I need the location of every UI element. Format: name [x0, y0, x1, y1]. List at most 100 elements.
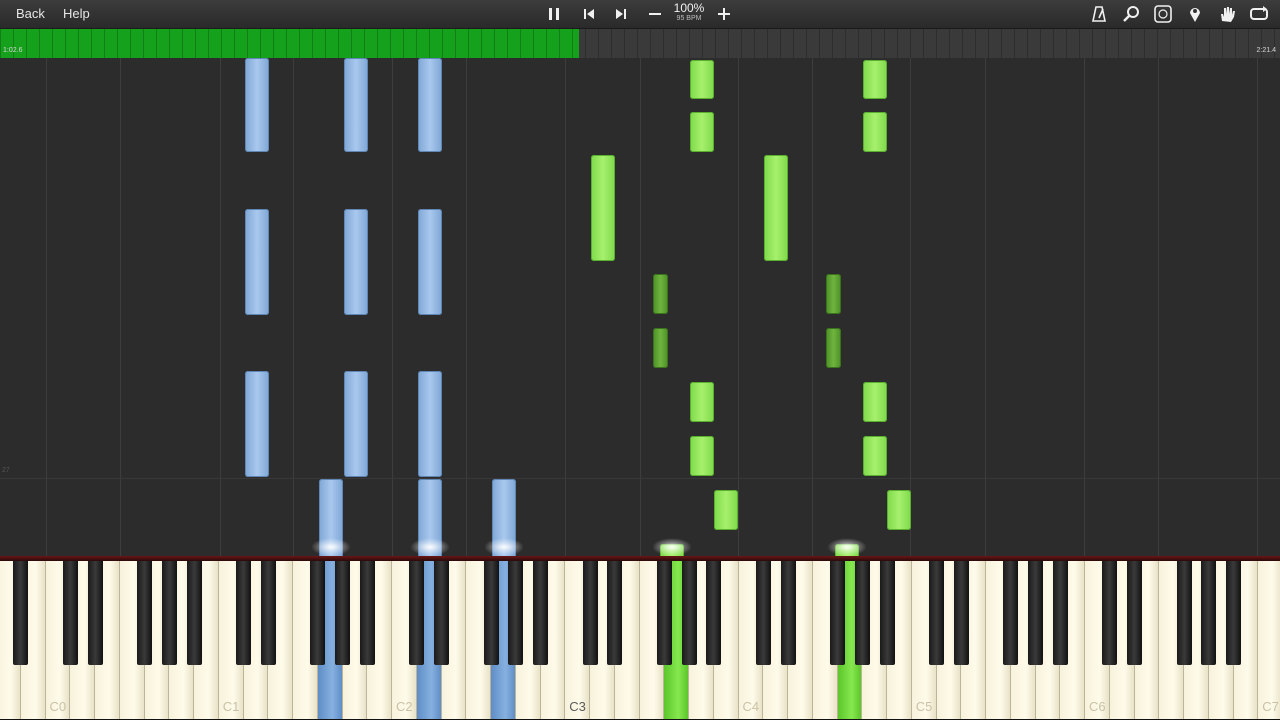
right-hand-note — [863, 382, 887, 422]
right-hand-note — [826, 274, 841, 314]
grid-line — [812, 58, 813, 556]
black-key[interactable] — [1102, 561, 1118, 665]
current-time: 1:02.6 — [3, 47, 23, 54]
black-key[interactable] — [780, 561, 796, 665]
black-key[interactable] — [1028, 561, 1043, 665]
black-key[interactable] — [137, 561, 152, 665]
note-hit-glow — [410, 538, 450, 556]
pause-icon[interactable] — [543, 3, 565, 25]
black-key[interactable] — [533, 561, 548, 665]
right-hand-note — [714, 490, 738, 530]
black-key[interactable] — [830, 561, 845, 665]
grid-line — [466, 58, 467, 556]
black-key[interactable] — [1176, 561, 1192, 665]
help-button[interactable]: Help — [57, 5, 96, 23]
metronome-icon[interactable] — [1088, 3, 1110, 25]
right-hand-note — [591, 155, 615, 261]
grid-line — [293, 58, 294, 556]
left-hand-note — [418, 58, 442, 152]
black-key[interactable] — [1003, 561, 1019, 665]
search-icon[interactable] — [1120, 3, 1142, 25]
right-hand-note — [764, 155, 788, 261]
black-key[interactable] — [310, 561, 326, 665]
speed-percent: 100% — [673, 1, 705, 15]
black-key[interactable] — [409, 561, 425, 665]
grid-line — [1084, 58, 1085, 556]
speed-readout: 100% 95 BPM — [670, 2, 708, 23]
octave-label-c6: C6 — [1089, 699, 1106, 714]
right-hand-note — [653, 328, 668, 368]
black-key[interactable] — [656, 561, 672, 665]
grid-line — [640, 58, 641, 556]
progress-bar[interactable] — [0, 29, 1280, 58]
note-hit-glow — [652, 538, 692, 556]
black-key[interactable] — [87, 561, 103, 665]
total-time: 2:21.4 — [1256, 47, 1276, 54]
loop-icon[interactable] — [1248, 3, 1270, 25]
black-key[interactable] — [1127, 561, 1142, 665]
piano-keyboard[interactable]: C0 C1 C2 C3 C4 C5 C6 C7 — [0, 556, 1280, 720]
right-hand-note — [690, 60, 714, 99]
black-key[interactable] — [1052, 561, 1068, 665]
black-key[interactable] — [1226, 561, 1241, 665]
toolbar: Back Help 100% 95 BPM — [0, 0, 1280, 29]
right-hand-note — [690, 112, 714, 152]
note-label-icon[interactable] — [1152, 3, 1174, 25]
skip-back-icon[interactable] — [578, 3, 600, 25]
black-key[interactable] — [607, 561, 623, 665]
grid-line — [738, 58, 739, 556]
octave-label-c2: C2 — [396, 699, 413, 714]
left-hand-note — [344, 58, 368, 152]
plus-icon[interactable] — [713, 3, 735, 25]
black-key[interactable] — [953, 561, 969, 665]
note-hit-glow — [484, 538, 524, 556]
grid-line — [220, 58, 221, 556]
black-key[interactable] — [434, 561, 449, 665]
left-hand-note — [245, 209, 269, 315]
white-key[interactable] — [1258, 561, 1280, 719]
skip-forward-icon[interactable] — [610, 3, 632, 25]
left-hand-note — [245, 371, 269, 477]
back-button[interactable]: Back — [10, 5, 51, 23]
bpm-label: 95 BPM — [676, 15, 702, 22]
black-key[interactable] — [879, 561, 895, 665]
black-key[interactable] — [1201, 561, 1217, 665]
left-hand-note — [418, 371, 442, 477]
right-hand-note — [863, 112, 887, 152]
octave-label-c0: C0 — [49, 699, 67, 714]
right-hand-note — [863, 436, 887, 476]
black-key[interactable] — [582, 561, 598, 665]
piano-roll[interactable]: 27 — [0, 58, 1280, 556]
left-hand-note — [344, 371, 368, 477]
black-key[interactable] — [161, 561, 177, 665]
black-key[interactable] — [236, 561, 251, 665]
black-key[interactable] — [929, 561, 944, 665]
grid-line — [565, 58, 566, 556]
black-key[interactable] — [62, 561, 78, 665]
black-key[interactable] — [755, 561, 771, 665]
black-key[interactable] — [706, 561, 722, 665]
right-hand-note — [690, 436, 714, 476]
note-hit-glow — [311, 538, 351, 556]
marker-icon[interactable] — [1184, 3, 1206, 25]
octave-label-c4: C4 — [742, 699, 760, 714]
black-key[interactable] — [186, 561, 202, 665]
black-key[interactable] — [681, 561, 697, 665]
black-key[interactable] — [854, 561, 870, 665]
left-hand-note — [245, 58, 269, 152]
right-hand-note — [863, 60, 887, 99]
left-hand-note — [344, 209, 368, 315]
minus-icon[interactable] — [644, 3, 666, 25]
black-key[interactable] — [359, 561, 375, 665]
black-key[interactable] — [483, 561, 499, 665]
grid-line — [46, 58, 47, 556]
black-key[interactable] — [13, 561, 29, 665]
grid-line — [392, 58, 393, 556]
measure-marker: 27 — [2, 467, 10, 474]
octave-label-c1: C1 — [222, 699, 240, 714]
black-key[interactable] — [508, 561, 524, 665]
black-key[interactable] — [335, 561, 350, 665]
hand-icon[interactable] — [1216, 3, 1238, 25]
octave-label-c5: C5 — [915, 699, 933, 714]
black-key[interactable] — [260, 561, 276, 665]
